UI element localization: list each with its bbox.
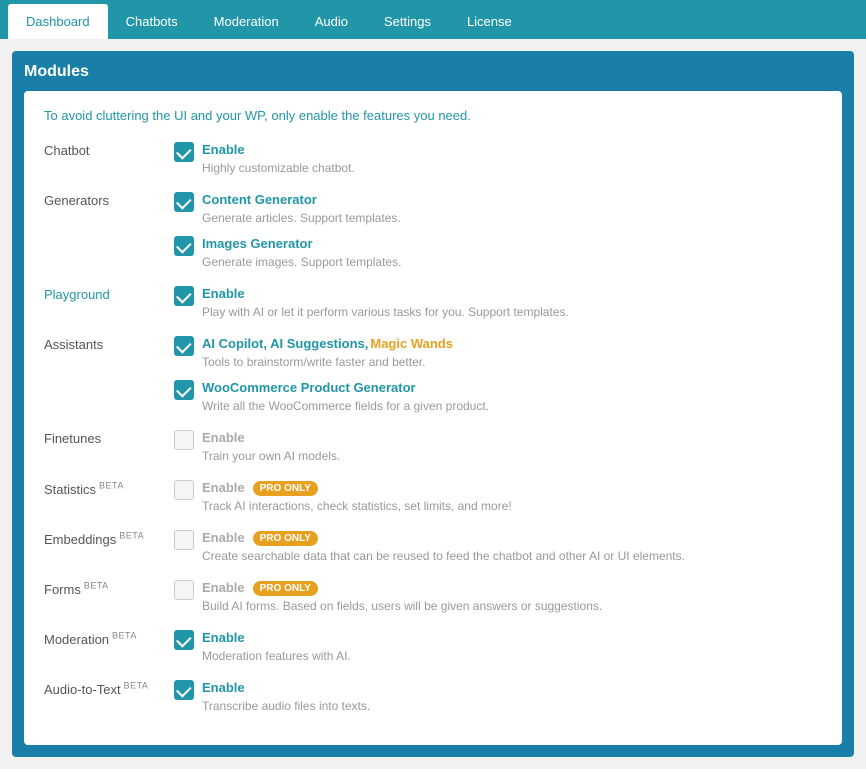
module-row-embeddings: Embeddings BETA Enable PRO ONLY Create s…	[44, 529, 822, 565]
control-title-chatbot: Enable	[202, 141, 355, 159]
control-title-moderation: Enable	[202, 629, 351, 647]
control-title-embeddings: Enable	[202, 529, 245, 547]
control-statistics-enable: Enable PRO ONLY Track AI interactions, c…	[174, 479, 822, 515]
control-desc-finetunes: Train your own AI models.	[202, 448, 340, 465]
module-row-generators: Generators Content Generator Generate ar…	[44, 191, 822, 271]
checkbox-forms[interactable]	[174, 580, 194, 600]
control-title-finetunes: Enable	[202, 429, 340, 447]
audio-to-text-beta-badge: BETA	[121, 681, 149, 691]
control-desc-woocommerce-generator: Write all the WooCommerce fields for a g…	[202, 398, 489, 415]
moderation-beta-badge: BETA	[109, 631, 137, 641]
intro-text: To avoid cluttering the UI and your WP, …	[44, 107, 822, 125]
module-label-playground: Playground	[44, 287, 110, 302]
control-desc-assistants-magic: Tools to brainstorm/write faster and bet…	[202, 354, 453, 371]
checkbox-assistants-magic[interactable]	[174, 336, 194, 356]
control-desc-images-generator: Generate images. Support templates.	[202, 254, 401, 271]
control-desc-content-generator: Generate articles. Support templates.	[202, 210, 401, 227]
module-row-statistics: Statistics BETA Enable PRO ONLY Track AI	[44, 479, 822, 515]
tab-bar: Dashboard Chatbots Moderation Audio Sett…	[0, 0, 866, 39]
embeddings-beta-badge: BETA	[116, 531, 144, 541]
module-label-statistics: Statistics BETA	[44, 482, 124, 497]
control-title-images-generator: Images Generator	[202, 235, 401, 253]
assistants-magic-wands: Magic Wands	[370, 335, 453, 353]
control-title-audio-to-text: Enable	[202, 679, 370, 697]
module-row-forms: Forms BETA Enable PRO ONLY Build AI form…	[44, 579, 822, 615]
control-content-generator: Content Generator Generate articles. Sup…	[174, 191, 822, 227]
modules-title: Modules	[24, 63, 842, 81]
control-playground-enable: Enable Play with AI or let it perform va…	[174, 285, 822, 321]
embeddings-pro-badge: PRO ONLY	[253, 531, 318, 546]
tab-audio[interactable]: Audio	[297, 4, 366, 39]
checkbox-images-generator[interactable]	[174, 236, 194, 256]
forms-pro-badge: PRO ONLY	[253, 581, 318, 596]
checkbox-audio-to-text[interactable]	[174, 680, 194, 700]
control-woocommerce-generator: WooCommerce Product Generator Write all …	[174, 379, 822, 415]
control-audio-to-text-enable: Enable Transcribe audio files into texts…	[174, 679, 822, 715]
control-title-forms: Enable	[202, 579, 245, 597]
module-row-moderation: Moderation BETA Enable Moderation featur…	[44, 629, 822, 665]
module-label-moderation: Moderation BETA	[44, 632, 137, 647]
checkbox-content-generator[interactable]	[174, 192, 194, 212]
control-desc-statistics: Track AI interactions, check statistics,…	[202, 498, 512, 515]
control-desc-playground: Play with AI or let it perform various t…	[202, 304, 569, 321]
tab-license[interactable]: License	[449, 4, 530, 39]
control-title-woocommerce-generator: WooCommerce Product Generator	[202, 379, 489, 397]
page-content: Modules To avoid cluttering the UI and y…	[0, 39, 866, 769]
module-row-finetunes: Finetunes Enable Train your own AI model…	[44, 429, 822, 465]
statistics-beta-badge: BETA	[96, 481, 124, 491]
checkbox-statistics[interactable]	[174, 480, 194, 500]
control-desc-moderation: Moderation features with AI.	[202, 648, 351, 665]
module-label-embeddings: Embeddings BETA	[44, 532, 144, 547]
module-label-audio-to-text: Audio-to-Text BETA	[44, 682, 148, 697]
modules-panel: Modules To avoid cluttering the UI and y…	[12, 51, 854, 757]
checkbox-embeddings[interactable]	[174, 530, 194, 550]
module-label-forms: Forms BETA	[44, 582, 109, 597]
tab-chatbots[interactable]: Chatbots	[108, 4, 196, 39]
control-title-content-generator: Content Generator	[202, 191, 401, 209]
control-embeddings-enable: Enable PRO ONLY Create searchable data t…	[174, 529, 822, 565]
control-desc-forms: Build AI forms. Based on fields, users w…	[202, 598, 602, 615]
module-label-assistants: Assistants	[44, 337, 103, 352]
module-row-assistants: Assistants AI Copilot, AI Suggestions, M…	[44, 335, 822, 415]
control-title-assistants-magic: AI Copilot, AI Suggestions, Magic Wands	[202, 335, 453, 353]
control-forms-enable: Enable PRO ONLY Build AI forms. Based on…	[174, 579, 822, 615]
module-row-chatbot: Chatbot Enable Highly customizable chatb…	[44, 141, 822, 177]
checkbox-playground[interactable]	[174, 286, 194, 306]
control-desc-audio-to-text: Transcribe audio files into texts.	[202, 698, 370, 715]
forms-beta-badge: BETA	[81, 581, 109, 591]
module-row-audio-to-text: Audio-to-Text BETA Enable Transcribe aud…	[44, 679, 822, 715]
tab-moderation[interactable]: Moderation	[196, 4, 297, 39]
control-title-statistics: Enable	[202, 479, 245, 497]
control-desc-embeddings: Create searchable data that can be reuse…	[202, 548, 685, 565]
control-desc-chatbot: Highly customizable chatbot.	[202, 160, 355, 177]
tab-dashboard[interactable]: Dashboard	[8, 4, 108, 39]
checkbox-woocommerce-generator[interactable]	[174, 380, 194, 400]
tab-settings[interactable]: Settings	[366, 4, 449, 39]
checkbox-finetunes[interactable]	[174, 430, 194, 450]
statistics-pro-badge: PRO ONLY	[253, 481, 318, 496]
control-finetunes-enable: Enable Train your own AI models.	[174, 429, 822, 465]
control-moderation-enable: Enable Moderation features with AI.	[174, 629, 822, 665]
module-label-finetunes: Finetunes	[44, 431, 101, 446]
module-label-chatbot: Chatbot	[44, 143, 90, 158]
assistants-title-part1: AI Copilot, AI Suggestions,	[202, 335, 368, 353]
modules-inner: To avoid cluttering the UI and your WP, …	[24, 91, 842, 745]
control-images-generator: Images Generator Generate images. Suppor…	[174, 235, 822, 271]
module-row-playground: Playground Enable Play with AI or let it…	[44, 285, 822, 321]
control-assistants-magic: AI Copilot, AI Suggestions, Magic Wands …	[174, 335, 822, 371]
module-label-generators: Generators	[44, 193, 109, 208]
control-chatbot-enable: Enable Highly customizable chatbot.	[174, 141, 822, 177]
control-title-playground: Enable	[202, 285, 569, 303]
checkbox-chatbot[interactable]	[174, 142, 194, 162]
checkbox-moderation[interactable]	[174, 630, 194, 650]
